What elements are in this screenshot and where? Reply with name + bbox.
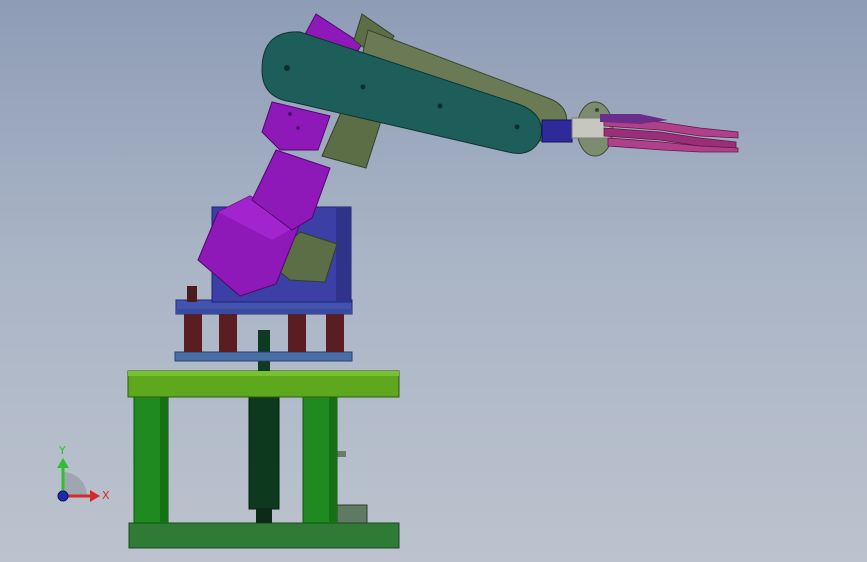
center-column[interactable] bbox=[248, 396, 280, 510]
y-axis-label: Y bbox=[58, 444, 66, 457]
x-axis-label: X bbox=[102, 489, 110, 502]
robot-arm-model[interactable]: Y X bbox=[0, 0, 867, 562]
standoff-4 bbox=[326, 314, 344, 352]
table-top-highlight bbox=[128, 371, 399, 376]
standoff-1 bbox=[184, 314, 202, 352]
upper-base-plate-edge bbox=[176, 309, 352, 314]
standoff-2 bbox=[219, 314, 237, 352]
standoff-3 bbox=[288, 314, 306, 352]
table-bracket bbox=[334, 504, 368, 524]
table-leg-left-shade bbox=[160, 397, 168, 523]
table-stand[interactable] bbox=[127, 330, 400, 549]
z-axis-dot bbox=[57, 490, 69, 502]
table-base-plate[interactable] bbox=[128, 522, 400, 549]
coordinate-triad: Y X bbox=[57, 444, 110, 502]
cad-viewport[interactable]: Y X bbox=[0, 0, 867, 562]
arm-hole-3 bbox=[437, 103, 443, 109]
segment-hole-1 bbox=[288, 112, 292, 116]
arm-hole-4 bbox=[514, 124, 520, 130]
lower-base-plate[interactable] bbox=[174, 351, 353, 362]
arm-hole-1 bbox=[284, 65, 290, 71]
segment-hole-2 bbox=[296, 126, 300, 130]
arm-hole-2 bbox=[360, 84, 366, 90]
rotation-shaft bbox=[258, 330, 270, 371]
center-column-foot bbox=[256, 509, 272, 523]
x-axis-arrow bbox=[90, 490, 100, 502]
gripper[interactable] bbox=[541, 101, 739, 157]
post-1 bbox=[187, 286, 197, 302]
table-leg-right-shade bbox=[329, 397, 337, 523]
gripper-block[interactable] bbox=[541, 119, 573, 143]
shoulder-housing-side bbox=[336, 207, 351, 302]
y-axis-arrow bbox=[57, 458, 69, 468]
purple-upper-segment[interactable] bbox=[261, 101, 331, 151]
wrist-hole bbox=[595, 108, 599, 112]
